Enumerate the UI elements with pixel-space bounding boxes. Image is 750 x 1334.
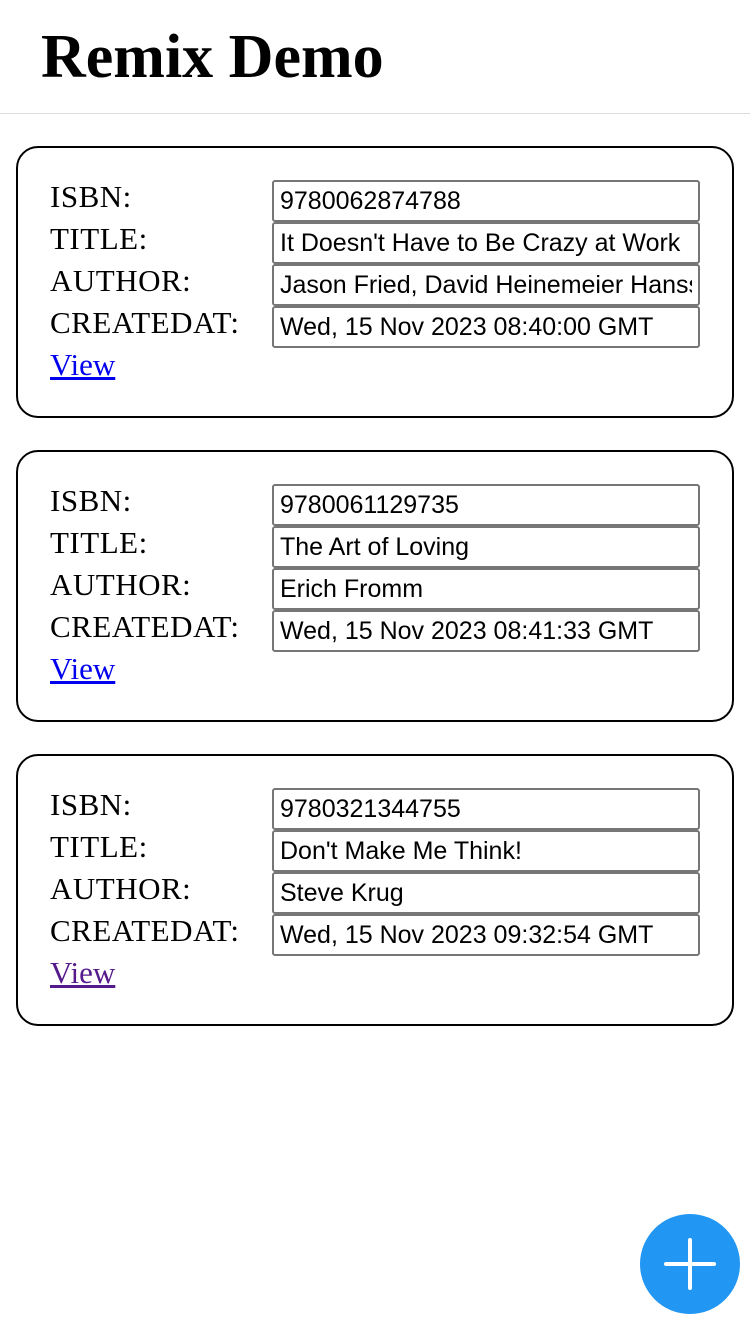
- view-link[interactable]: View: [50, 346, 115, 384]
- isbn-row: ISBN:: [50, 788, 702, 830]
- isbn-row: ISBN:: [50, 180, 702, 222]
- app-title: Remix Demo: [41, 23, 384, 91]
- title-label: TITLE:: [50, 525, 148, 560]
- author-label: AUTHOR:: [50, 871, 192, 906]
- view-link[interactable]: View: [50, 954, 115, 992]
- title-row: TITLE:: [50, 830, 702, 872]
- author-field[interactable]: [272, 872, 700, 914]
- createdat-label: CREATEDAT:: [50, 305, 240, 340]
- title-field[interactable]: [272, 830, 700, 872]
- author-field[interactable]: [272, 264, 700, 306]
- book-card: ISBN: TITLE: AUTHOR: CREATEDAT: View: [16, 754, 734, 1026]
- createdat-field[interactable]: [272, 610, 700, 652]
- author-label: AUTHOR:: [50, 567, 192, 602]
- author-row: AUTHOR:: [50, 872, 702, 914]
- author-field[interactable]: [272, 568, 700, 610]
- title-row: TITLE:: [50, 222, 702, 264]
- createdat-row: CREATEDAT:: [50, 306, 702, 348]
- title-label: TITLE:: [50, 221, 148, 256]
- title-field[interactable]: [272, 526, 700, 568]
- isbn-field[interactable]: [272, 484, 700, 526]
- createdat-field[interactable]: [272, 306, 700, 348]
- createdat-field[interactable]: [272, 914, 700, 956]
- book-card: ISBN: TITLE: AUTHOR: CREATEDAT: View: [16, 146, 734, 418]
- createdat-label: CREATEDAT:: [50, 609, 240, 644]
- author-row: AUTHOR:: [50, 568, 702, 610]
- title-label: TITLE:: [50, 829, 148, 864]
- author-label: AUTHOR:: [50, 263, 192, 298]
- book-list: ISBN: TITLE: AUTHOR: CREATEDAT: View ISB…: [16, 146, 734, 1058]
- author-row: AUTHOR:: [50, 264, 702, 306]
- app-header: Remix Demo: [0, 0, 750, 114]
- plus-icon: [664, 1238, 716, 1290]
- isbn-row: ISBN:: [50, 484, 702, 526]
- createdat-row: CREATEDAT:: [50, 610, 702, 652]
- isbn-field[interactable]: [272, 180, 700, 222]
- isbn-label: ISBN:: [50, 483, 132, 518]
- view-link[interactable]: View: [50, 650, 115, 688]
- createdat-row: CREATEDAT:: [50, 914, 702, 956]
- add-book-button[interactable]: [640, 1214, 740, 1314]
- title-field[interactable]: [272, 222, 700, 264]
- isbn-label: ISBN:: [50, 179, 132, 214]
- book-card: ISBN: TITLE: AUTHOR: CREATEDAT: View: [16, 450, 734, 722]
- isbn-label: ISBN:: [50, 787, 132, 822]
- isbn-field[interactable]: [272, 788, 700, 830]
- title-row: TITLE:: [50, 526, 702, 568]
- createdat-label: CREATEDAT:: [50, 913, 240, 948]
